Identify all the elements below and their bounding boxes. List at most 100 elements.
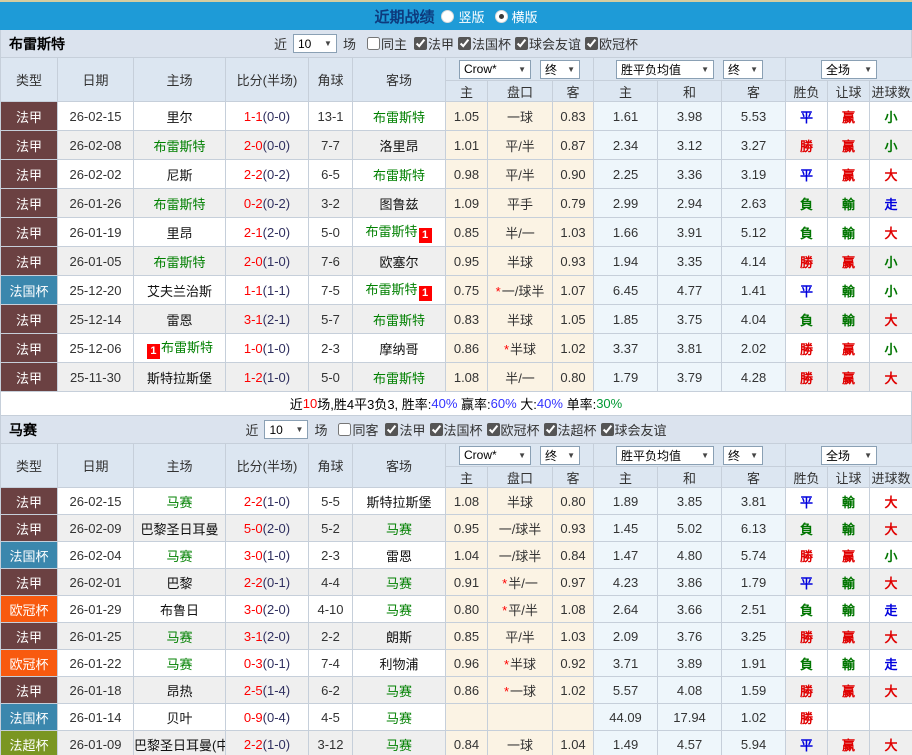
corner-cell: 5-2	[308, 514, 353, 542]
date-cell: 26-02-02	[57, 159, 134, 189]
mean-away-odds-cell: 5.53	[721, 101, 787, 131]
home-team-cell: 昂热	[133, 676, 226, 704]
league-checkbox[interactable]	[515, 37, 529, 50]
league-checkbox[interactable]	[600, 423, 614, 436]
league-checkbox[interactable]	[543, 423, 557, 436]
home-team-cell: 艾夫兰治斯	[133, 275, 226, 305]
chevron-down-icon: ▼	[567, 450, 576, 460]
crow-home-odds-cell: 0.85	[445, 217, 488, 247]
mean-home-odds-cell: 5.57	[593, 676, 659, 704]
league-filter[interactable]: 法甲	[385, 420, 426, 439]
scope-select[interactable]: 全场 ▼	[821, 59, 878, 79]
crow-away-odds-cell: 0.93	[551, 246, 595, 276]
goals-result-cell: 走	[869, 649, 912, 677]
league-checkbox[interactable]	[385, 423, 399, 436]
same-venue-filter[interactable]: 同主	[366, 34, 407, 53]
crow-home-odds-cell: 0.98	[445, 159, 488, 189]
rounds-select[interactable]: 10 ▼	[292, 34, 337, 53]
same-venue-checkbox[interactable]	[366, 37, 380, 50]
final-select-2[interactable]: 终 ▼	[723, 445, 764, 465]
handicap-cell: *半/一	[487, 568, 553, 596]
league-cell: 法甲	[0, 622, 58, 650]
league-filter[interactable]: 法国杯	[458, 34, 511, 53]
chevron-down-icon: ▼	[864, 450, 873, 460]
league-filter[interactable]: 欧冠杯	[585, 34, 638, 53]
league-checkbox[interactable]	[486, 423, 500, 436]
goals-result-cell: 大	[869, 217, 912, 247]
chevron-down-icon: ▼	[864, 64, 873, 74]
horizontal-version-radio[interactable]: 横版	[494, 7, 538, 26]
let-ball-result-cell: 輸	[827, 514, 871, 542]
score-cell: 1-1(0-0)	[225, 101, 309, 131]
league-filter[interactable]: 法甲	[413, 34, 454, 53]
summary-text: 40%	[536, 396, 563, 411]
scope-select[interactable]: 全场 ▼	[821, 445, 878, 465]
mean-draw-odds-cell: 4.08	[657, 676, 723, 704]
goals-result-cell: 小	[869, 333, 912, 363]
league-checkbox[interactable]	[585, 37, 599, 50]
final-select[interactable]: 终 ▼	[540, 445, 581, 465]
date-cell: 26-01-18	[57, 676, 134, 704]
team-name: 雷恩	[166, 312, 193, 328]
crow-home-odds-cell: 0.86	[445, 333, 488, 363]
final-select-2[interactable]: 终 ▼	[723, 59, 764, 79]
home-team-cell: 尼斯	[133, 159, 226, 189]
league-checkbox[interactable]	[413, 37, 427, 50]
fulltime-score: 0-3	[243, 655, 263, 671]
team-name: 马赛	[385, 575, 412, 591]
team-name: 欧塞尔	[379, 254, 419, 270]
vertical-version-radio[interactable]: 竖版	[441, 7, 485, 26]
crow-away-odds-cell: 0.92	[551, 649, 595, 677]
home-team-cell: 布雷斯特	[133, 246, 226, 276]
score-cell: 3-1(2-0)	[225, 622, 309, 650]
mean-draw-odds-cell: 17.94	[657, 703, 723, 731]
league-filter[interactable]: 欧冠杯	[486, 420, 540, 439]
handicap-cell: *一球	[487, 676, 553, 704]
halftime-score: (1-0)	[262, 547, 291, 563]
let-ball-result-cell: 赢	[827, 541, 871, 569]
chevron-down-icon: ▼	[567, 64, 576, 74]
mean-select[interactable]: 胜平负均值 ▼	[616, 445, 715, 465]
halftime-score: (0-0)	[262, 108, 291, 124]
wdl-result-cell: 平	[785, 101, 829, 131]
home-team-cell: 巴黎圣日耳曼	[133, 514, 226, 542]
final-select[interactable]: 终 ▼	[540, 59, 581, 79]
mean-select[interactable]: 胜平负均值 ▼	[616, 59, 715, 79]
mean-draw-odds-cell: 2.94	[657, 188, 723, 218]
col-date: 日期	[57, 57, 134, 102]
match-row: 法甲 25-12-06 1 布雷斯特 1-0(1-0) 2-3 摩纳哥 0.86 *半球 1.02…	[0, 333, 912, 363]
same-venue-checkbox[interactable]	[338, 423, 352, 436]
league-cell: 法甲	[0, 304, 58, 334]
crow-away-odds-cell: 1.02	[551, 676, 595, 704]
col-corner: 角球	[308, 57, 353, 102]
handicap-cell: 半球	[487, 487, 553, 515]
team-name: 巴黎圣日耳曼	[140, 521, 219, 537]
handicap-cell: 半/一	[487, 362, 553, 392]
let-ball-result-cell: 赢	[827, 730, 871, 755]
halftime-score: (0-4)	[262, 709, 291, 725]
fulltime-score: 2-0	[243, 137, 263, 153]
league-filter[interactable]: 球会友谊	[515, 34, 581, 53]
team-name: 斯特拉斯堡	[146, 370, 212, 386]
league-filter[interactable]: 法国杯	[429, 420, 483, 439]
league-checkbox[interactable]	[458, 37, 471, 50]
col-crow-home: 主	[445, 466, 488, 488]
summary-text: 60%	[490, 396, 517, 411]
league-filter[interactable]: 球会友谊	[600, 420, 667, 439]
chevron-down-icon: ▼	[518, 64, 527, 74]
let-ball-result-cell: 赢	[827, 101, 871, 131]
date-cell: 25-11-30	[57, 362, 134, 392]
wdl-result-cell: 平	[785, 159, 829, 189]
league-checkbox[interactable]	[429, 423, 443, 436]
mean-home-odds-cell: 2.09	[593, 622, 659, 650]
company-select[interactable]: Crow* ▼	[459, 445, 532, 465]
rounds-select[interactable]: 10 ▼	[264, 420, 309, 439]
league-filter[interactable]: 法超杯	[543, 420, 597, 439]
same-venue-filter[interactable]: 同客	[338, 420, 378, 439]
results-table: 类型 日期 主场 比分(半场) 角球 客场 Crow* ▼ 终 ▼ 胜平负均值 …	[0, 57, 912, 392]
company-select[interactable]: Crow* ▼	[459, 59, 532, 79]
date-cell: 26-01-05	[57, 246, 134, 276]
league-cell: 法国杯	[0, 275, 58, 305]
away-team-cell: 布雷斯特	[352, 362, 446, 392]
radio-label: 竖版	[458, 9, 485, 25]
